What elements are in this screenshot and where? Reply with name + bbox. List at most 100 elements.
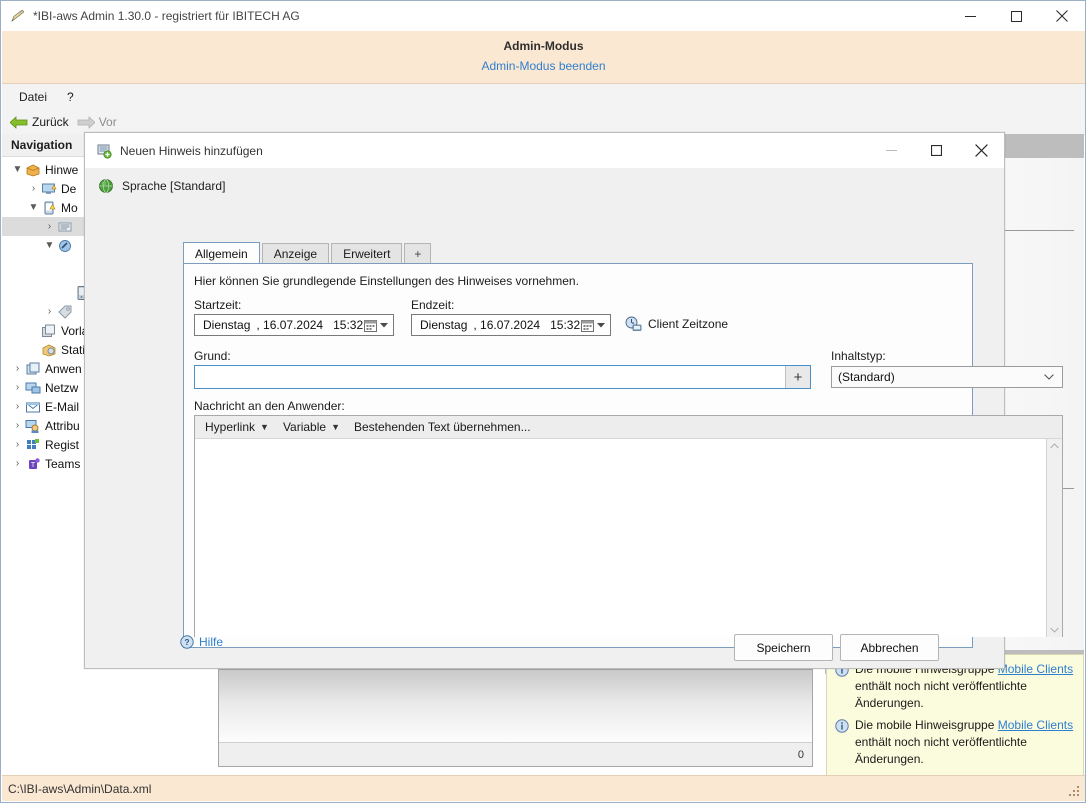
reason-field-wrapper: + [194,365,811,389]
chevron-down-icon[interactable]: ▼ [42,240,57,251]
dialog-titlebar: Neuen Hinweis hinzufügen [85,133,1004,168]
data-grid: 0 [218,669,813,767]
chevron-right-icon[interactable]: › [42,306,57,317]
hyperlink-dropdown[interactable]: Hyperlink ▼ [205,420,269,434]
scroll-up-icon[interactable] [1050,439,1059,453]
start-day: Dienstag [203,318,251,332]
window-title: *IBI-aws Admin 1.30.0 - registriert für … [33,9,300,23]
chevron-down-icon[interactable]: ▼ [10,164,25,175]
admin-mode-title: Admin-Modus [503,39,584,53]
start-time-field[interactable]: Dienstag , 16.07.2024 15:32 [194,314,394,336]
notice-text: Die mobile Hinweisgruppe Mobile Clients … [855,718,1074,766]
menubar: Datei ? [2,84,1085,110]
dialog-minimize-button [869,133,914,168]
mobile-clients-link[interactable]: Mobile Clients [998,718,1073,732]
wrench-icon [57,238,73,254]
info-icon [835,719,849,733]
dialog-tabs: Allgemein Anzeige Erweitert + [183,242,433,264]
forward-button[interactable]: Vor [77,115,117,129]
tab-add-button[interactable]: + [404,243,432,264]
reason-add-button[interactable]: + [785,366,810,388]
client-timezone[interactable]: Client Zeitzone [625,316,728,332]
tree-item-label: Attribu [45,418,80,433]
tab-erweitert[interactable]: Erweitert [331,243,403,264]
tree-item-label: De [61,181,77,196]
chevron-right-icon[interactable]: › [10,401,25,412]
import-text-label: Bestehenden Text übernehmen... [354,420,531,434]
close-button[interactable] [1039,1,1085,31]
save-button[interactable]: Speichern [734,634,833,661]
reason-input[interactable] [195,366,785,388]
minimize-button[interactable] [947,1,993,31]
calendar-icon [581,319,594,332]
admin-mode-exit-link[interactable]: Admin-Modus beenden [2,59,1085,73]
tab-anzeige[interactable]: Anzeige [261,243,330,264]
data-grid-body [219,670,812,743]
client-timezone-label: Client Zeitzone [648,317,729,331]
end-time-picker[interactable] [581,319,610,332]
tree-item-label: Teams [45,456,81,471]
tree-item-label: E-Mail [45,399,80,414]
start-date: , 16.07.2024 [256,318,324,332]
cancel-button[interactable]: Abbrechen [840,634,939,661]
dialog-footer: ? Hilfe Speichern Abbrechen [85,622,1004,668]
scroll-down-icon[interactable] [1050,623,1059,637]
dialog-body: Sprache [Standard] Allgemein Anzeige Erw… [85,168,1063,668]
chevron-right-icon[interactable]: › [10,363,25,374]
resize-grip[interactable] [1067,784,1081,798]
help-link[interactable]: ? Hilfe [180,635,223,649]
chevron-right-icon[interactable]: › [10,382,25,393]
status-path: C:\IBI-aws\Admin\Data.xml [8,781,152,796]
import-existing-text-button[interactable]: Bestehenden Text übernehmen... [354,420,531,434]
end-day: Dienstag [420,318,468,332]
data-grid-footer: 0 [219,743,812,766]
dialog-window-controls [869,133,1004,168]
tab-allgemein[interactable]: Allgemein [183,242,260,264]
back-label: Zurück [32,115,69,129]
arrow-right-icon [77,115,95,129]
forward-label: Vor [98,115,117,129]
panel-description: Hier können Sie grundlegende Einstellung… [194,274,579,288]
chevron-down-icon: ▼ [260,422,269,432]
content-type-select[interactable]: (Standard) [831,366,1063,388]
dialog-close-button[interactable] [959,133,1004,168]
admin-mode-banner: Admin-Modus Admin-Modus beenden [2,31,1085,84]
editor-toolbar: Hyperlink ▼ Variable ▼ Bestehenden Text … [195,416,1062,439]
tag-icon [57,304,73,320]
add-note-dialog: Neuen Hinweis hinzufügen Sprache [Standa… [84,132,1063,669]
mobile-clients-link[interactable]: Mobile Clients [998,662,1073,676]
dialog-maximize-button[interactable] [914,133,959,168]
start-time-picker[interactable] [364,319,393,332]
maximize-button[interactable] [993,1,1039,31]
svg-text:?: ? [184,637,189,647]
chevron-right-icon[interactable]: › [10,420,25,431]
monitor-warning-icon [41,181,57,197]
tab-panel-allgemein: Hier können Sie grundlegende Einstellung… [183,263,1063,648]
hyperlink-label: Hyperlink [205,420,256,434]
templates-icon [41,323,57,339]
end-time-field[interactable]: Dienstag , 16.07.2024 15:32 [411,314,611,336]
menu-item-datei[interactable]: Datei [9,87,57,107]
back-button[interactable]: Zurück [10,115,69,129]
message-label: Nachricht an den Anwender: [194,399,345,413]
variable-dropdown[interactable]: Variable ▼ [283,420,340,434]
attributes-icon [25,418,41,434]
editor-scrollbar[interactable] [1046,439,1062,637]
chevron-right-icon[interactable]: › [10,458,25,469]
chevron-down-icon[interactable]: ▼ [26,202,41,213]
tree-item-label: Regist [45,437,80,452]
end-date: , 16.07.2024 [473,318,541,332]
chevron-right-icon[interactable]: › [10,439,25,450]
tree-item-label: Hinwe [45,162,79,177]
window-controls [947,1,1085,31]
teams-icon: T [25,456,41,472]
pencil-icon [10,8,26,24]
applications-icon [25,361,41,377]
message-body[interactable] [195,439,1062,637]
language-row[interactable]: Sprache [Standard] [85,168,1004,194]
chevron-right-icon[interactable]: › [26,183,41,194]
menu-item-help[interactable]: ? [57,87,84,107]
chevron-right-icon[interactable]: › [42,221,57,232]
reason-label: Grund: [194,349,231,363]
chevron-down-icon [1044,372,1054,383]
